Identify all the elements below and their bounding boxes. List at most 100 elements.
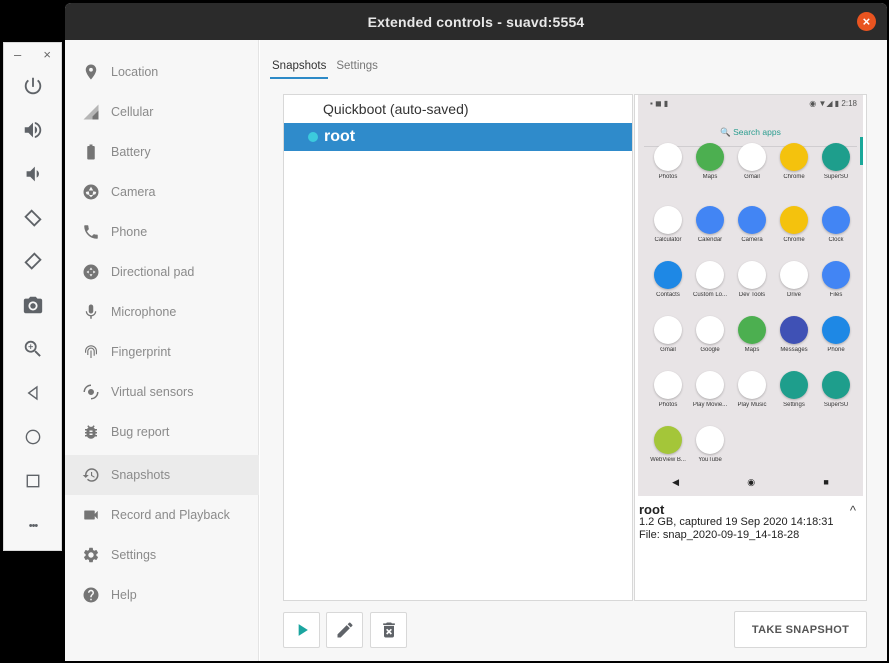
sidebar-item-label: Battery [111, 145, 151, 159]
snapshot-preview-panel: ▪ ◼ ▮ ◉ ▼◢ ▮ 2:18 🔍 Search apps Photos Ma… [634, 94, 867, 601]
sidebar-item-label: Record and Playback [111, 508, 230, 522]
app-icon: Clock [815, 206, 857, 243]
minimize-button[interactable]: – [14, 47, 21, 65]
camera-aperture-icon [81, 182, 101, 202]
close-icon: × [862, 14, 871, 29]
app-icon-graphic [822, 143, 850, 171]
sidebar-item-battery[interactable]: Battery [65, 132, 259, 172]
emulator-toolbar: – × ••• [3, 42, 62, 551]
power-icon [24, 77, 42, 95]
zoom-icon [24, 340, 41, 357]
sidebar-item-microphone[interactable]: Microphone [65, 292, 259, 332]
snapshot-row-root[interactable]: root [284, 123, 632, 151]
sidebar-item-directional-pad[interactable]: Directional pad [65, 252, 259, 292]
app-name: Drive [786, 292, 801, 298]
volume-up-icon [24, 121, 42, 139]
app-icon-graphic [738, 316, 766, 344]
sidebar-item-snapshots[interactable]: Snapshots [65, 455, 259, 495]
app-icon-graphic [654, 143, 682, 171]
phone-icon [81, 222, 101, 242]
sidebar-item-fingerprint[interactable]: Fingerprint [65, 332, 259, 372]
app-icon: WebView B... [647, 426, 689, 463]
close-toolbar-button[interactable]: × [43, 47, 51, 65]
delete-snapshot-button[interactable] [370, 612, 407, 648]
volume-down-button[interactable] [18, 159, 48, 189]
app-icon: YouTube [689, 426, 731, 463]
app-icon: Photos [647, 371, 689, 408]
take-snapshot-button[interactable]: TAKE SNAPSHOT [734, 611, 867, 648]
sidebar-item-settings[interactable]: Settings [65, 535, 259, 575]
sidebar-item-record-and-playback[interactable]: Record and Playback [65, 495, 259, 535]
edit-snapshot-button[interactable] [326, 612, 363, 648]
app-icon: Photos [647, 143, 689, 180]
app-name: Files [829, 292, 843, 298]
sidebar-item-help[interactable]: Help [65, 575, 259, 615]
app-name: Messages [780, 347, 808, 353]
snapshot-row-quickboot[interactable]: Quickboot (auto-saved) [284, 95, 632, 123]
app-icon-graphic [654, 206, 682, 234]
tab-settings[interactable]: Settings [334, 58, 380, 79]
back-icon [27, 385, 38, 401]
more-button[interactable]: ••• [18, 511, 48, 541]
app-name: WebView B... [650, 457, 686, 463]
volume-down-icon [26, 166, 39, 182]
sidebar-item-phone[interactable]: Phone [65, 212, 259, 252]
app-icon-graphic [738, 371, 766, 399]
chevron-up-icon[interactable]: ^ [850, 503, 856, 518]
power-button[interactable] [18, 71, 48, 101]
app-name: Maps [744, 347, 760, 353]
overview-button[interactable] [18, 466, 48, 496]
gear-icon [81, 545, 101, 565]
app-name: Maps [702, 174, 718, 180]
app-icon: Play Music [731, 371, 773, 408]
app-icon: Drive [773, 261, 815, 298]
overview-icon [26, 474, 40, 488]
snapshot-details-size-date: 1.2 GB, captured 19 Sep 2020 14:18:31 [639, 516, 834, 528]
screenshot-button[interactable] [18, 290, 48, 320]
fingerprint-icon [81, 342, 101, 362]
sidebar-item-label: Directional pad [111, 265, 195, 279]
app-icon-graphic [696, 206, 724, 234]
sidebar-item-camera[interactable]: Camera [65, 172, 259, 212]
app-name: Photos [658, 402, 678, 408]
tab-snapshots[interactable]: Snapshots [270, 58, 329, 79]
app-name: Phone [827, 347, 845, 353]
app-icon: Calendar [689, 206, 731, 243]
zoom-button[interactable] [18, 334, 48, 364]
microphone-icon [81, 302, 101, 322]
app-icon: Play Movie... [689, 371, 731, 408]
volume-up-button[interactable] [18, 115, 48, 145]
snapshot-label: root [324, 128, 356, 145]
camera-icon [23, 296, 43, 314]
app-name: Gmail [660, 347, 676, 353]
app-icon-graphic [738, 143, 766, 171]
app-name: Play Music [737, 402, 767, 408]
window-close-button[interactable]: × [857, 12, 876, 31]
app-icon-graphic [654, 316, 682, 344]
rotate-right-button[interactable] [18, 246, 48, 276]
app-name: Clock [828, 237, 844, 243]
rotate-left-button[interactable] [18, 203, 48, 233]
sidebar-item-label: Snapshots [111, 468, 171, 482]
sidebar-item-label: Cellular [111, 105, 154, 119]
load-snapshot-button[interactable] [283, 612, 320, 648]
home-button[interactable] [18, 422, 48, 452]
sidebar-item-label: Virtual sensors [111, 385, 194, 399]
app-name: Camera [741, 237, 763, 243]
phone-status-bar: ▪ ◼ ▮ ◉ ▼◢ ▮ 2:18 [638, 95, 863, 111]
app-icon-graphic [696, 316, 724, 344]
app-name: SuperSU [823, 402, 849, 408]
back-button[interactable] [18, 378, 48, 408]
phone-scroll-indicator [860, 137, 863, 165]
app-name: Settings [783, 402, 805, 408]
sidebar-item-label: Fingerprint [111, 345, 171, 359]
sidebar-item-cellular[interactable]: Cellular [65, 92, 259, 132]
sidebar-item-virtual-sensors[interactable]: Virtual sensors [65, 372, 259, 412]
phone-home-icon: ◉ [747, 476, 756, 487]
app-icon: Maps [689, 143, 731, 180]
app-name: Contacts [656, 292, 680, 298]
sidebar-item-bug-report[interactable]: Bug report [65, 412, 259, 452]
sidebar-item-location[interactable]: Location [65, 52, 259, 92]
app-icon-graphic [696, 426, 724, 454]
app-icon: Calculator [647, 206, 689, 243]
